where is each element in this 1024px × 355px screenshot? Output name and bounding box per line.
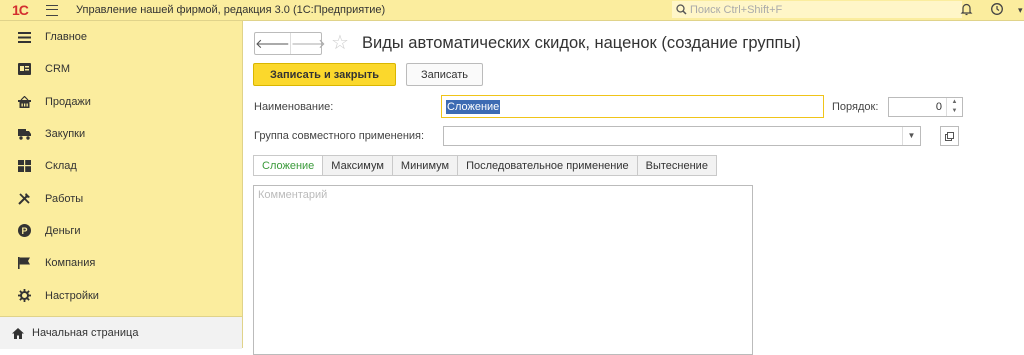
save-and-close-button[interactable]: Записать и закрыть xyxy=(253,63,396,86)
name-value: Сложение xyxy=(446,99,501,114)
app-logo[interactable]: 1С xyxy=(12,2,36,18)
tab-minimum[interactable]: Минимум xyxy=(392,155,459,176)
sidebar-item-sales[interactable]: Продажи xyxy=(0,86,242,118)
top-bar: 1С Управление нашей фирмой, редакция 3.0… xyxy=(0,0,1024,21)
chevron-down-icon[interactable]: ▾ xyxy=(1018,5,1023,16)
tab-bar: Сложение Максимум Минимум Последовательн… xyxy=(253,155,717,176)
svg-text:P: P xyxy=(21,226,27,236)
group-select[interactable]: ▼ xyxy=(443,126,921,146)
main-form: 🡐 🡒 ☆ Виды автоматических скидок, нацено… xyxy=(243,21,1024,355)
back-arrow-icon[interactable]: 🡐 xyxy=(255,33,290,54)
global-search-input[interactable]: Поиск Ctrl+Shift+F xyxy=(672,1,962,18)
open-window-icon xyxy=(945,131,954,141)
group-label: Группа совместного применения: xyxy=(254,130,425,142)
flag-icon xyxy=(17,256,31,270)
form-title: Виды автоматических скидок, наценок (соз… xyxy=(362,34,801,52)
order-label: Порядок: xyxy=(832,101,879,113)
comment-textarea[interactable]: Комментарий xyxy=(253,185,753,355)
shop-basket-icon xyxy=(17,95,31,109)
name-input[interactable]: Сложение xyxy=(441,95,824,118)
tools-icon xyxy=(17,192,31,206)
coin-icon: P xyxy=(17,224,31,238)
sidebar-item-label: Закупки xyxy=(45,128,86,141)
tab-displacement[interactable]: Вытеснение xyxy=(637,155,717,176)
sidebar-item-label: Главное xyxy=(45,31,88,44)
search-icon xyxy=(676,4,687,15)
sidebar-item-label: Настройки xyxy=(45,289,99,302)
sidebar-item-warehouse[interactable]: Склад xyxy=(0,150,242,182)
sidebar-item-label: Компания xyxy=(45,257,96,270)
crm-card-icon xyxy=(17,62,31,76)
comment-placeholder: Комментарий xyxy=(258,189,328,201)
gear-icon xyxy=(17,289,31,303)
sidebar: Главное CRM Продажи Закупки Склад Работы… xyxy=(0,21,243,348)
sidebar-item-label: CRM xyxy=(45,63,71,76)
tab-maximum[interactable]: Максимум xyxy=(323,155,393,176)
name-label: Наименование: xyxy=(254,101,334,113)
history-icon[interactable] xyxy=(990,2,1004,19)
sidebar-item-label: Работы xyxy=(45,192,84,205)
tab-sequential[interactable]: Последовательное применение xyxy=(458,155,638,176)
sidebar-item-label: Продажи xyxy=(45,95,91,108)
order-value: 0 xyxy=(935,101,942,113)
sidebar-item-label: Деньги xyxy=(45,224,81,237)
menu-lines-icon xyxy=(17,30,31,44)
tab-addition[interactable]: Сложение xyxy=(253,155,324,176)
sidebar-item-works[interactable]: Работы xyxy=(0,182,242,214)
dropdown-arrow-icon[interactable]: ▼ xyxy=(902,127,920,145)
sidebar-item-money[interactable]: P Деньги xyxy=(0,215,242,247)
sidebar-home-page[interactable]: Начальная страница xyxy=(0,316,242,349)
bell-icon[interactable] xyxy=(960,2,973,19)
history-nav: 🡐 🡒 xyxy=(254,32,326,55)
search-placeholder: Поиск Ctrl+Shift+F xyxy=(690,3,783,16)
open-group-button[interactable] xyxy=(940,126,959,146)
sidebar-item-purchases[interactable]: Закупки xyxy=(0,118,242,150)
app-title: Управление нашей фирмой, редакция 3.0 (1… xyxy=(76,4,386,16)
order-input[interactable]: 0 ▲ ▼ xyxy=(888,97,963,117)
sidebar-item-main[interactable]: Главное xyxy=(0,21,242,53)
sidebar-item-label: Склад xyxy=(45,160,77,173)
favorite-star-icon[interactable]: ☆ xyxy=(331,30,349,55)
sidebar-item-settings[interactable]: Настройки xyxy=(0,279,242,311)
home-icon xyxy=(12,327,24,339)
order-spinner[interactable]: ▲ ▼ xyxy=(946,98,962,116)
sidebar-item-crm[interactable]: CRM xyxy=(0,53,242,85)
home-label: Начальная страница xyxy=(32,327,139,339)
sidebar-item-company[interactable]: Компания xyxy=(0,247,242,279)
warehouse-icon xyxy=(17,159,31,173)
truck-icon xyxy=(17,127,31,141)
forward-arrow-icon[interactable]: 🡒 xyxy=(289,33,326,54)
save-button[interactable]: Записать xyxy=(406,63,483,86)
main-menu-icon[interactable] xyxy=(46,4,58,16)
